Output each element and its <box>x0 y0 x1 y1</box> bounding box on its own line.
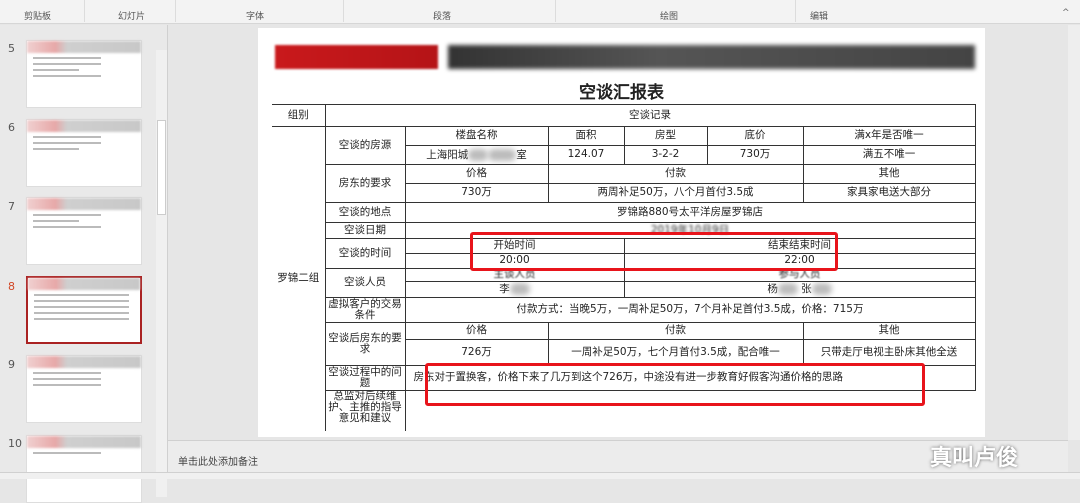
listing-name-end: 室 <box>516 148 527 161</box>
slide-thumbnail[interactable] <box>26 197 142 265</box>
thumbnail-number: 8 <box>8 280 15 293</box>
slide-canvas[interactable]: 空谈汇报表 组别 空谈记录 罗锦二组 空谈的房源 楼盘名称 面积 房型 底价 满… <box>258 28 985 437</box>
header-dark-bar <box>448 45 975 69</box>
listing-name-start: 上海阳城 <box>426 148 469 161</box>
highlight-box-time <box>470 232 838 271</box>
ribbon-group-font[interactable]: 字体 <box>246 9 264 22</box>
watermark: 真叫卢俊 <box>930 446 1019 471</box>
cell: 730万 <box>404 183 549 203</box>
col-header: 其他 <box>802 164 976 184</box>
slide-thumbnail[interactable] <box>26 40 142 108</box>
notes-placeholder[interactable]: 单击此处添加备注 <box>178 453 258 468</box>
record-header: 空谈记录 <box>324 104 976 127</box>
row-label: 虚拟客户的交易条件 <box>324 297 406 323</box>
listing-name-cell: 上海阳城 室 <box>404 145 549 165</box>
cell: 124.07 <box>547 145 625 165</box>
people-main: 李 <box>499 283 510 296</box>
slide-thumbnail[interactable] <box>26 355 142 423</box>
row-label: 空谈日期 <box>324 222 406 239</box>
col-header: 付款 <box>547 322 804 340</box>
row-label: 空谈的房源 <box>324 126 406 165</box>
collapse-ribbon-icon[interactable]: ^ <box>1062 8 1070 18</box>
header-red-bar <box>275 45 438 69</box>
group-name: 罗锦二组 <box>272 126 326 431</box>
cell: 满五不唯一 <box>802 145 976 165</box>
row-label: 房东的要求 <box>324 164 406 203</box>
ribbon-group-slides[interactable]: 幻灯片 <box>118 9 145 22</box>
col-header: 底价 <box>706 126 804 146</box>
row-label: 空谈过程中的问题 <box>324 365 406 391</box>
cell: 家具家电送大部分 <box>802 183 976 203</box>
col-header: 价格 <box>404 322 549 340</box>
thumbnail-number: 10 <box>8 437 22 450</box>
ribbon: 剪贴板 幻灯片 字体 段落 绘图 编辑 ^ <box>0 0 1080 24</box>
cell: 726万 <box>404 339 549 366</box>
row-label: 空谈的时间 <box>324 238 406 269</box>
row-label: 空谈后房东的要求 <box>324 322 406 366</box>
ribbon-group-drawing[interactable]: 绘图 <box>660 9 678 22</box>
cell: 付款方式：当晚5万，一周补足50万，7个月补足首付3.5成，价格：715万 <box>404 297 976 323</box>
col-header: 楼盘名称 <box>404 126 549 146</box>
slide-scrollbar[interactable] <box>1068 25 1080 440</box>
row-label: 空谈的地点 <box>324 202 406 223</box>
status-bar <box>0 472 1080 479</box>
thumbnail-scrollbar[interactable] <box>156 50 167 497</box>
col-header: 满x年是否唯一 <box>802 126 976 146</box>
cell: 两周补足50万，八个月首付3.5成 <box>547 183 804 203</box>
cell: 一周补足50万，七个月首付3.5成，配合唯一 <box>547 339 804 366</box>
col-header: 付款 <box>547 164 804 184</box>
col-header: 其他 <box>802 322 976 340</box>
thumbnail-number: 9 <box>8 358 15 371</box>
people-other: 张 <box>801 283 812 296</box>
col-header: 房型 <box>623 126 708 146</box>
ribbon-group-paragraph[interactable]: 段落 <box>433 9 451 22</box>
slide-thumbnail[interactable] <box>26 119 142 187</box>
row-label: 空谈人员 <box>324 268 406 298</box>
slide-thumbnail-panel: 5 6 7 8 9 10 <box>0 25 168 503</box>
cell: 3-2-2 <box>623 145 708 165</box>
cell: 李 <box>404 281 625 298</box>
cell: 只带走厅电视主卧床其他全送 <box>802 339 976 366</box>
group-header: 组别 <box>272 104 326 127</box>
ribbon-group-editing[interactable]: 编辑 <box>810 9 828 22</box>
redacted-blur <box>468 148 489 161</box>
highlight-box-problem <box>425 363 925 406</box>
row-label: 总监对后续维护、主推的指导意见和建议 <box>324 390 406 431</box>
col-header: 价格 <box>404 164 549 184</box>
cell: 730万 <box>706 145 804 165</box>
col-header: 面积 <box>547 126 625 146</box>
thumbnail-number: 6 <box>8 121 15 134</box>
thumbnail-number: 5 <box>8 42 15 55</box>
cell: 罗锦路880号太平洋房屋罗锦店 <box>404 202 976 223</box>
people-other: 杨 <box>767 283 778 296</box>
slide-thumbnail[interactable] <box>26 435 142 503</box>
ribbon-group-clipboard[interactable]: 剪贴板 <box>24 9 51 22</box>
thumbnail-number: 7 <box>8 200 15 213</box>
cell: 杨 张 <box>623 281 976 298</box>
slide-thumbnail-selected[interactable] <box>26 276 142 344</box>
slide-title: 空谈汇报表 <box>579 83 664 103</box>
